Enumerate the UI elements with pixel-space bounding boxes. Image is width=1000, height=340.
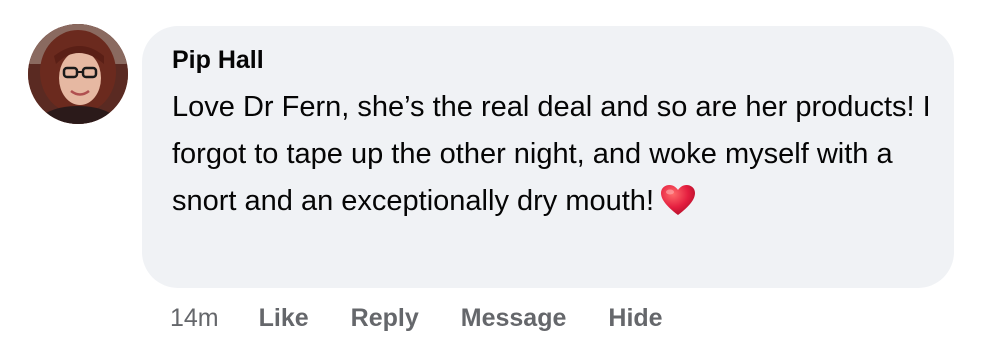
comment-body: Love Dr Fern, she’s the real deal and so… <box>172 91 931 217</box>
like-button[interactable]: Like <box>259 302 309 334</box>
message-button[interactable]: Message <box>461 302 567 334</box>
comment-actions: 14m Like Reply Message Hide <box>170 302 705 334</box>
red-heart-icon <box>660 184 696 216</box>
timestamp[interactable]: 14m <box>170 302 219 334</box>
reply-button[interactable]: Reply <box>351 302 419 334</box>
comment: Pip Hall Love Dr Fern, she’s the real de… <box>0 0 1000 340</box>
comment-text: Love Dr Fern, she’s the real deal and so… <box>172 84 932 225</box>
avatar[interactable] <box>28 24 128 124</box>
author-name[interactable]: Pip Hall <box>172 44 924 76</box>
avatar-photo <box>28 24 128 124</box>
comment-bubble: Pip Hall Love Dr Fern, she’s the real de… <box>142 26 954 288</box>
hide-button[interactable]: Hide <box>608 302 662 334</box>
